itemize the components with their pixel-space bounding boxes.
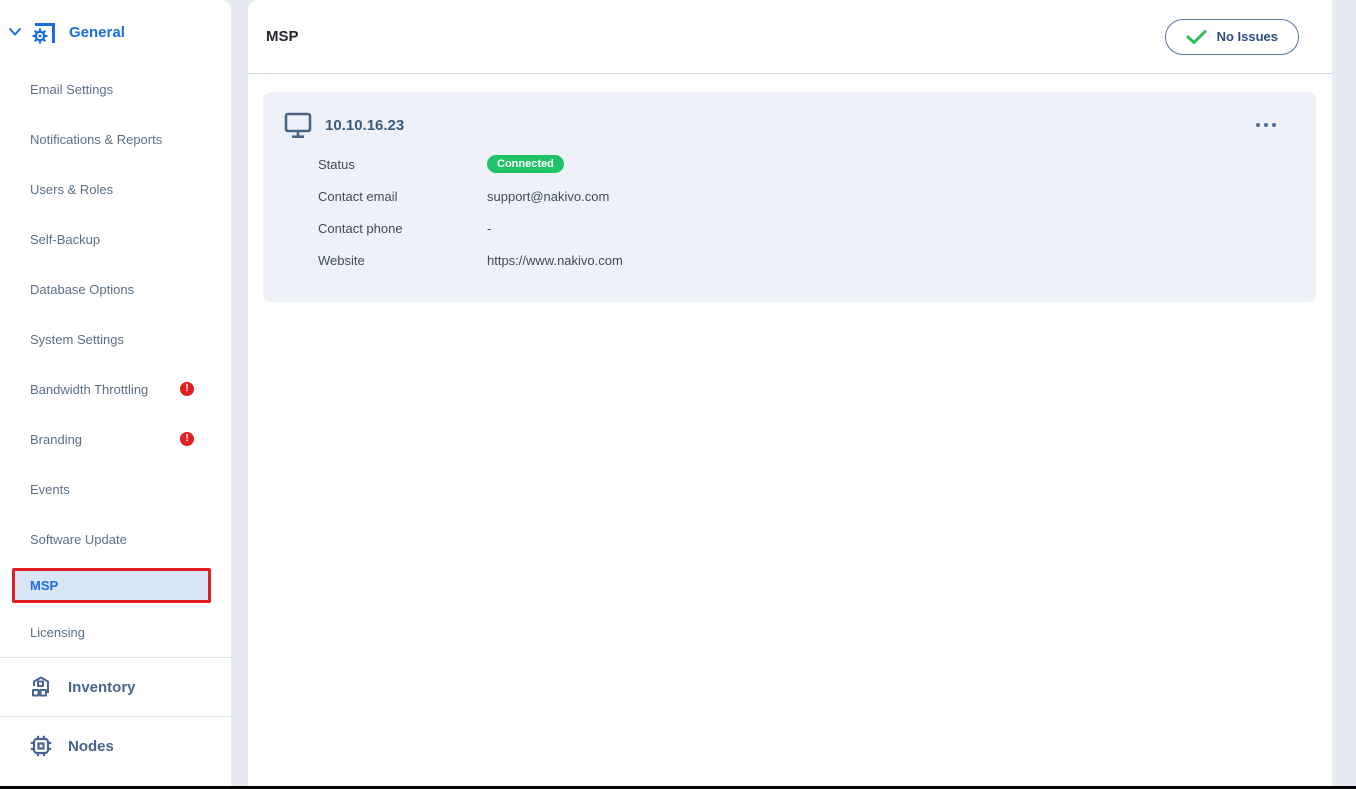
no-issues-button[interactable]: No Issues — [1165, 19, 1299, 55]
ellipsis-icon — [1272, 123, 1276, 127]
sidebar-section-inventory[interactable]: Inventory — [0, 657, 231, 716]
ellipsis-icon — [1256, 123, 1260, 127]
detail-label: Website — [318, 253, 487, 268]
server-details: Status Connected Contact email support@n… — [318, 148, 1280, 276]
sidebar-item-label: Bandwidth Throttling — [30, 382, 148, 397]
sidebar-section-label: Inventory — [68, 679, 136, 696]
sidebar-section-label: General — [69, 24, 125, 41]
sidebar-item-label: Software Update — [30, 532, 127, 547]
sidebar-section-label: Nodes — [68, 738, 114, 755]
app-root: General Email Settings Notifications & R… — [0, 0, 1356, 789]
detail-value: https://www.nakivo.com — [487, 253, 623, 268]
sidebar-item-label: Database Options — [30, 282, 134, 297]
detail-label: Contact email — [318, 189, 487, 204]
sidebar-item-label: Self-Backup — [30, 232, 100, 247]
card-header: 10.10.16.23 — [283, 106, 1280, 144]
detail-row-contact-phone: Contact phone - — [318, 212, 1280, 244]
settings-sidebar: General Email Settings Notifications & R… — [0, 0, 231, 789]
sidebar-item-notifications-reports[interactable]: Notifications & Reports — [0, 114, 231, 164]
monitor-icon — [283, 111, 313, 139]
sidebar-item-licensing[interactable]: Licensing — [0, 607, 231, 657]
sidebar-item-msp[interactable]: MSP — [12, 568, 211, 603]
sidebar-item-users-roles[interactable]: Users & Roles — [0, 164, 231, 214]
sidebar-item-label: System Settings — [30, 332, 124, 347]
alert-badge-icon: ! — [180, 382, 194, 396]
sidebar-item-label: Notifications & Reports — [30, 132, 162, 147]
sidebar-item-self-backup[interactable]: Self-Backup — [0, 214, 231, 264]
check-icon — [1186, 29, 1207, 45]
detail-row-status: Status Connected — [318, 148, 1280, 180]
settings-frame-icon — [30, 19, 57, 46]
sidebar-item-label: Licensing — [30, 625, 85, 640]
panel-header: MSP No Issues — [248, 0, 1332, 74]
detail-row-website: Website https://www.nakivo.com — [318, 244, 1280, 276]
msp-panel: MSP No Issues 10.10.16.23 — [248, 0, 1332, 789]
sidebar-item-system-settings[interactable]: System Settings — [0, 314, 231, 364]
sidebar-item-software-update[interactable]: Software Update — [0, 514, 231, 564]
detail-label: Status — [318, 157, 487, 172]
no-issues-label: No Issues — [1217, 29, 1278, 44]
sidebar-item-branding[interactable]: Branding ! — [0, 414, 231, 464]
alert-badge-icon: ! — [180, 432, 194, 446]
sidebar-item-label: MSP — [30, 578, 58, 593]
detail-row-contact-email: Contact email support@nakivo.com — [318, 180, 1280, 212]
page-title: MSP — [266, 28, 299, 45]
sidebar-item-bandwidth-throttling[interactable]: Bandwidth Throttling ! — [0, 364, 231, 414]
sidebar-section-nodes[interactable]: Nodes — [0, 716, 231, 775]
server-address: 10.10.16.23 — [325, 117, 404, 134]
inventory-icon — [28, 674, 54, 700]
sidebar-item-email-settings[interactable]: Email Settings — [0, 64, 231, 114]
sidebar-item-label: Users & Roles — [30, 182, 113, 197]
sidebar-item-events[interactable]: Events — [0, 464, 231, 514]
sidebar-section-general[interactable]: General — [0, 0, 231, 64]
nodes-chip-icon — [28, 733, 54, 759]
detail-value: - — [487, 221, 491, 236]
chevron-down-icon — [8, 27, 22, 37]
card-actions-menu[interactable] — [1252, 117, 1280, 133]
detail-value: support@nakivo.com — [487, 189, 609, 204]
sidebar-item-label: Events — [30, 482, 70, 497]
sidebar-nav: Email Settings Notifications & Reports U… — [0, 64, 231, 657]
ellipsis-icon — [1264, 123, 1268, 127]
sidebar-item-label: Email Settings — [30, 82, 113, 97]
status-badge: Connected — [487, 155, 564, 173]
detail-label: Contact phone — [318, 221, 487, 236]
sidebar-item-label: Branding — [30, 432, 82, 447]
sidebar-item-database-options[interactable]: Database Options — [0, 264, 231, 314]
msp-server-card: 10.10.16.23 Status Connected Contact ema… — [263, 92, 1316, 302]
